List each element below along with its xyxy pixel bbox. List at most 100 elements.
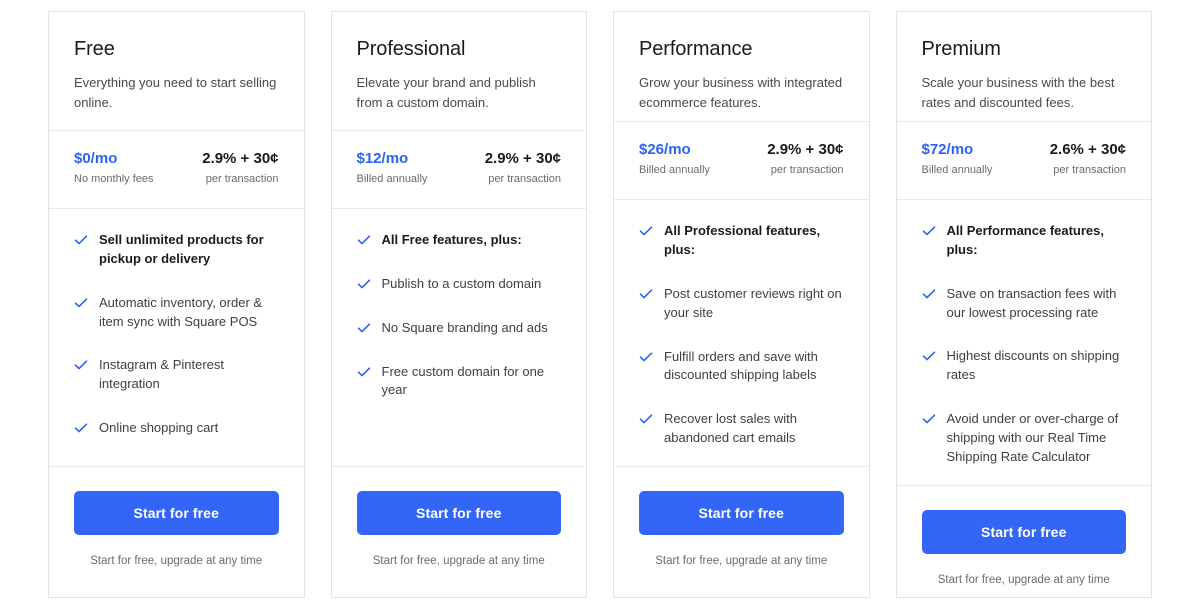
- plan-header: Performance Grow your business with inte…: [614, 12, 869, 123]
- feature-item: Online shopping cart: [74, 419, 279, 438]
- check-icon: [922, 287, 936, 301]
- feature-label: Publish to a custom domain: [381, 275, 542, 291]
- transaction-rate-note: per transaction: [770, 163, 844, 176]
- transaction-rate-block: 2.9% + 30¢ per transaction: [767, 140, 843, 177]
- check-icon: [922, 224, 936, 238]
- monthly-price: $26/mo: [639, 141, 691, 159]
- check-icon: [922, 412, 936, 426]
- plan-feature-list: All Free features, plus: Publish to a cu…: [331, 209, 586, 467]
- cta-note: Start for free, upgrade at any time: [90, 555, 263, 567]
- feature-item: Automatic inventory, order & item sync w…: [74, 294, 279, 332]
- transaction-rate-note: per transaction: [205, 172, 279, 185]
- transaction-rate-note: per transaction: [1053, 163, 1126, 176]
- monthly-price-note: No monthly fees: [74, 172, 154, 185]
- cta-note: Start for free, upgrade at any time: [372, 555, 545, 567]
- check-icon: [74, 358, 88, 372]
- cta-note: Start for free, upgrade at any time: [655, 555, 828, 567]
- plan-header: Free Everything you need to start sellin…: [49, 12, 304, 131]
- feature-item: Fulfill orders and save with discounted …: [639, 348, 844, 386]
- plan-tagline: Everything you need to start selling onl…: [74, 75, 277, 110]
- feature-item: Free custom domain for one year: [357, 363, 562, 401]
- monthly-price-block: $72/mo Billed annually: [922, 140, 993, 177]
- plan-feature-list: Sell unlimited products for pickup or de…: [49, 209, 304, 467]
- transaction-rate-note: per transaction: [488, 172, 561, 185]
- plan-pricing: $0/mo No monthly fees 2.9% + 30¢ per tra…: [49, 131, 304, 209]
- feature-label: All Professional features, plus:: [664, 223, 821, 258]
- feature-item: Publish to a custom domain: [357, 275, 562, 294]
- monthly-price: $72/mo: [921, 141, 974, 158]
- feature-label: Save on transaction fees with our lowest…: [946, 285, 1117, 320]
- transaction-rate-block: 2.6% + 30¢ per transaction: [1050, 140, 1126, 177]
- feature-label: Automatic inventory, order & item sync w…: [99, 294, 263, 329]
- start-for-free-button[interactable]: Start for free: [639, 491, 844, 535]
- plan-title: Free: [74, 38, 115, 60]
- plan-title: Performance: [639, 38, 753, 60]
- transaction-rate: 2.9% + 30¢: [484, 150, 561, 167]
- plan-cta-section: Start for free Start for free, upgrade a…: [614, 467, 869, 597]
- transaction-rate: 2.6% + 30¢: [1049, 141, 1126, 158]
- start-for-free-button[interactable]: Start for free: [356, 491, 561, 535]
- check-icon: [357, 277, 371, 291]
- transaction-rate: 2.9% + 30¢: [767, 141, 844, 159]
- feature-label: All Performance features, plus:: [946, 223, 1105, 257]
- transaction-rate-block: 2.9% + 30¢ per transaction: [202, 149, 278, 186]
- feature-label: Free custom domain for one year: [381, 363, 545, 398]
- monthly-price-block: $0/mo No monthly fees: [74, 149, 153, 186]
- transaction-rate: 2.9% + 30¢: [202, 150, 279, 167]
- monthly-price: $12/mo: [356, 150, 409, 167]
- check-icon: [357, 321, 371, 335]
- pricing-plan-grid: Free Everything you need to start sellin…: [0, 0, 1200, 616]
- feature-label: Online shopping cart: [99, 420, 219, 436]
- feature-item: All Performance features, plus:: [922, 222, 1127, 260]
- plan-title: Professional: [356, 38, 466, 60]
- monthly-price-note: Billed annually: [356, 172, 428, 185]
- monthly-price-note: Billed annually: [639, 163, 710, 176]
- plan-cta-section: Start for free Start for free, upgrade a…: [332, 467, 587, 597]
- check-icon: [357, 365, 371, 379]
- feature-label: Sell unlimited products for pickup or de…: [99, 232, 264, 266]
- feature-item: Sell unlimited products for pickup or de…: [74, 231, 279, 269]
- check-icon: [74, 296, 88, 310]
- feature-item: All Professional features, plus:: [639, 222, 844, 260]
- start-for-free-button[interactable]: Start for free: [74, 491, 279, 535]
- cta-note: Start for free, upgrade at any time: [937, 573, 1110, 586]
- feature-label: Fulfill orders and save with discounted …: [664, 348, 818, 383]
- plan-card-premium: Premium Scale your business with the bes…: [895, 11, 1152, 598]
- plan-pricing: $72/mo Billed annually 2.6% + 30¢ per tr…: [896, 122, 1151, 200]
- monthly-price: $0/mo: [74, 150, 118, 167]
- check-icon: [639, 412, 653, 426]
- feature-label: All Free features, plus:: [381, 232, 522, 247]
- plan-card-free: Free Everything you need to start sellin…: [48, 11, 305, 598]
- plan-feature-list: All Professional features, plus: Post cu…: [614, 200, 869, 467]
- plan-tagline: Scale your business with the best rates …: [921, 75, 1115, 110]
- plan-cta-section: Start for free Start for free, upgrade a…: [897, 486, 1152, 616]
- check-icon: [639, 350, 653, 364]
- plan-card-professional: Professional Elevate your brand and publ…: [330, 11, 587, 598]
- plan-header: Professional Elevate your brand and publ…: [331, 12, 586, 131]
- plan-tagline: Elevate your brand and publish from a cu…: [356, 75, 536, 110]
- plan-cta-section: Start for free Start for free, upgrade a…: [49, 467, 304, 597]
- start-for-free-button[interactable]: Start for free: [921, 509, 1126, 554]
- plan-feature-list: All Performance features, plus: Save on …: [896, 200, 1151, 486]
- feature-label: No Square branding and ads: [381, 319, 548, 335]
- feature-label: Instagram & Pinterest integration: [99, 357, 224, 392]
- feature-item: Recover lost sales with abandoned cart e…: [639, 410, 844, 448]
- plan-header: Premium Scale your business with the bes…: [896, 12, 1151, 122]
- feature-item: Avoid under or over-charge of shipping w…: [922, 410, 1127, 467]
- feature-label: Avoid under or over-charge of shipping w…: [946, 411, 1119, 464]
- check-icon: [74, 233, 88, 247]
- check-icon: [639, 287, 653, 301]
- check-icon: [74, 421, 88, 435]
- plan-pricing: $12/mo Billed annually 2.9% + 30¢ per tr…: [331, 131, 586, 209]
- plan-card-performance: Performance Grow your business with inte…: [613, 11, 870, 598]
- plan-title: Premium: [921, 38, 1001, 60]
- feature-label: Post customer reviews right on your site: [664, 285, 842, 320]
- monthly-price-note: Billed annually: [921, 163, 993, 176]
- feature-item: Post customer reviews right on your site: [639, 285, 844, 323]
- feature-item: Save on transaction fees with our lowest…: [922, 285, 1127, 323]
- feature-label: Highest discounts on shipping rates: [946, 348, 1120, 383]
- feature-item: All Free features, plus:: [357, 231, 562, 250]
- feature-label: Recover lost sales with abandoned cart e…: [664, 411, 797, 446]
- check-icon: [639, 224, 653, 238]
- plan-tagline: Grow your business with integrated ecomm…: [639, 75, 843, 110]
